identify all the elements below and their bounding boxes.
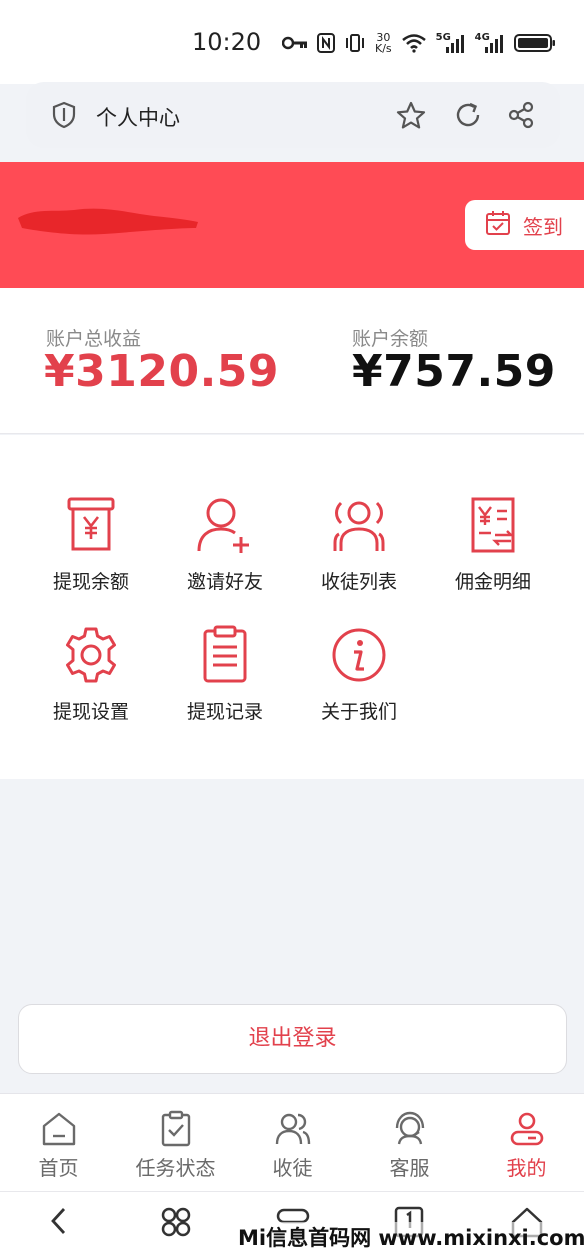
commission-detail-icon — [471, 497, 515, 553]
bottom-tab-bar: 首页 任务状态 收徒 客服 我的 — [0, 1093, 584, 1191]
watermark: Mi信息首码网 www.mixinxi.com — [238, 1222, 584, 1248]
refresh-icon[interactable] — [454, 101, 482, 133]
status-icons: 30 K/s 5G 4G — [282, 28, 556, 58]
shield-icon[interactable] — [52, 101, 76, 133]
calendar-check-icon — [485, 210, 511, 241]
clock: 10:20 — [192, 28, 262, 56]
back-icon[interactable] — [48, 1206, 70, 1240]
tab-label: 首页 — [38, 1156, 79, 1180]
tab-mine[interactable]: 我的 — [468, 1110, 584, 1181]
headset-icon — [395, 1111, 424, 1145]
tab-label: 客服 — [389, 1156, 430, 1180]
menu-item-commission-detail[interactable]: 佣金明细 — [426, 493, 560, 594]
net-speed: 30 K/s — [375, 32, 392, 54]
menu-item-withdraw-balance[interactable]: 提现余额 — [24, 493, 158, 594]
menu-item-apprentice-list[interactable]: 收徒列表 — [292, 493, 426, 594]
menu-item-withdraw-settings[interactable]: 提现设置 — [24, 623, 158, 724]
logout-button[interactable]: 退出登录 — [18, 1004, 567, 1074]
info-icon — [332, 628, 386, 682]
signal-5g-icon: 5G — [436, 32, 466, 54]
balance-summary: 账户总收益 ¥3120.59 账户余额 ¥757.59 — [0, 288, 584, 434]
signal-4g-icon: 4G — [475, 32, 505, 54]
menu-item-label: 关于我们 — [320, 701, 397, 723]
star-icon[interactable] — [396, 101, 426, 133]
apps-icon[interactable] — [160, 1206, 192, 1242]
tab-apprentice[interactable]: 收徒 — [234, 1110, 351, 1181]
sign-in-button[interactable]: 签到 — [465, 200, 584, 250]
menu-item-withdraw-record[interactable]: 提现记录 — [158, 623, 292, 724]
page-title: 个人中心 — [96, 106, 180, 130]
withdraw-balance-icon — [67, 497, 115, 551]
menu-item-label: 提现设置 — [52, 701, 129, 723]
gear-icon — [66, 627, 116, 683]
menu-item-label: 佣金明细 — [454, 571, 531, 593]
tab-task-status[interactable]: 任务状态 — [117, 1110, 234, 1181]
total-earnings-value: ¥3120.59 — [44, 346, 280, 397]
account-balance-value: ¥757.59 — [352, 346, 556, 397]
tab-home[interactable]: 首页 — [0, 1110, 117, 1181]
menu-item-about-us[interactable]: 关于我们 — [292, 623, 426, 724]
status-bar: 10:20 30 K/s 5G 4G — [0, 0, 584, 84]
profile-header: 签到 — [0, 162, 584, 288]
menu-item-label: 提现余额 — [52, 571, 129, 593]
tab-label: 任务状态 — [135, 1156, 216, 1180]
net-speed-unit: K/s — [375, 42, 392, 55]
tab-label: 收徒 — [272, 1156, 313, 1180]
home-icon — [42, 1112, 75, 1146]
users-icon — [275, 1113, 310, 1145]
battery-icon — [513, 33, 556, 53]
wifi-icon — [401, 33, 427, 53]
tab-customer-service[interactable]: 客服 — [351, 1110, 468, 1181]
profile-icon — [510, 1112, 543, 1146]
invite-friend-icon — [197, 498, 249, 553]
menu-item-invite-friend[interactable]: 邀请好友 — [158, 493, 292, 594]
browser-address-bar[interactable]: 个人中心 — [26, 82, 560, 148]
menu-item-label: 提现记录 — [186, 701, 263, 723]
sign-in-label: 签到 — [523, 214, 563, 239]
tab-label: 我的 — [506, 1156, 547, 1180]
vibrate-icon — [344, 33, 366, 53]
key-icon — [282, 35, 308, 51]
function-grid: 提现余额 邀请好友 收徒列表 佣金明细 提现设置 提现记录 关于我们 — [0, 435, 584, 779]
nfc-icon — [317, 33, 335, 53]
apprentice-list-icon — [333, 501, 385, 551]
menu-item-label: 邀请好友 — [186, 571, 263, 593]
clipboard-check-icon — [161, 1110, 190, 1147]
menu-item-label: 收徒列表 — [320, 571, 397, 593]
redacted-username — [14, 198, 200, 238]
withdraw-record-icon — [203, 625, 247, 683]
share-icon[interactable] — [507, 101, 535, 133]
